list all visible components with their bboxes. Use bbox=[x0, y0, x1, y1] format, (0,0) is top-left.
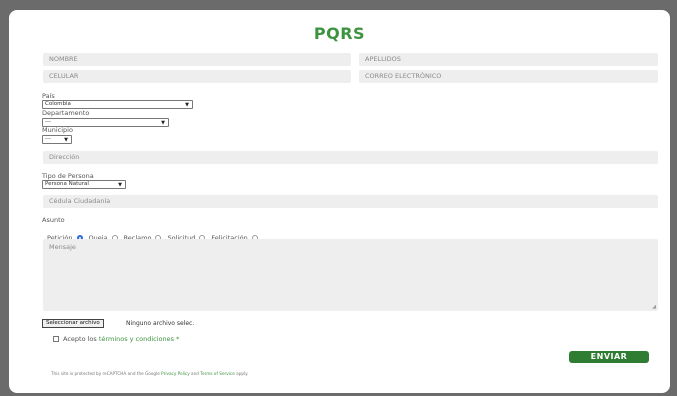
pqrs-form-card: PQRS NOMBRE APELLIDOS CELULAR CORREO ELE… bbox=[9, 10, 670, 393]
apellidos-input[interactable]: APELLIDOS bbox=[359, 53, 658, 66]
cedula-input[interactable]: Cédula Ciudadanía bbox=[43, 195, 658, 208]
file-status: Ninguno archivo selec. bbox=[126, 320, 195, 327]
terms-row: Acepto los términos y condiciones * bbox=[53, 335, 179, 343]
mensaje-textarea[interactable]: Mensaje ◢ bbox=[43, 239, 658, 311]
municipio-select[interactable]: --- ▼ bbox=[42, 135, 72, 144]
departamento-value: --- bbox=[45, 119, 51, 125]
required-marker: * bbox=[176, 335, 180, 343]
apply-text: apply. bbox=[236, 371, 249, 376]
chevron-down-icon: ▼ bbox=[185, 102, 189, 108]
tipo-persona-value: Persona Natural bbox=[45, 181, 89, 187]
resize-handle-icon[interactable]: ◢ bbox=[652, 304, 656, 310]
terms-checkbox[interactable] bbox=[53, 336, 59, 342]
terms-link[interactable]: términos y condiciones bbox=[99, 335, 174, 343]
direccion-placeholder: Dirección bbox=[49, 153, 80, 161]
recaptcha-notice: This site is protected by reCAPTCHA and … bbox=[51, 371, 248, 376]
pais-select[interactable]: Colombia ▼ bbox=[42, 100, 193, 109]
municipio-label: Municipio bbox=[42, 126, 73, 134]
chevron-down-icon: ▼ bbox=[161, 120, 165, 126]
municipio-value: --- bbox=[45, 136, 51, 142]
mensaje-placeholder: Mensaje bbox=[49, 243, 76, 251]
tipo-persona-label: Tipo de Persona bbox=[42, 172, 94, 180]
tipo-persona-select[interactable]: Persona Natural ▼ bbox=[42, 180, 126, 189]
cedula-placeholder: Cédula Ciudadanía bbox=[49, 197, 111, 205]
correo-input[interactable]: CORREO ELECTRÓNICO bbox=[359, 70, 658, 83]
recaptcha-prefix: This site is protected by reCAPTCHA and … bbox=[51, 371, 160, 376]
terms-of-service-link[interactable]: Terms of Service bbox=[200, 371, 235, 376]
submit-button[interactable]: ENVIAR bbox=[569, 351, 649, 363]
chevron-down-icon: ▼ bbox=[64, 137, 68, 143]
and-text: and bbox=[191, 371, 199, 376]
chevron-down-icon: ▼ bbox=[118, 182, 122, 188]
correo-placeholder: CORREO ELECTRÓNICO bbox=[365, 72, 442, 80]
terms-prefix: Acepto los bbox=[63, 335, 97, 343]
celular-input[interactable]: CELULAR bbox=[43, 70, 351, 83]
form-title: PQRS bbox=[313, 24, 366, 43]
privacy-policy-link[interactable]: Privacy Policy bbox=[161, 371, 190, 376]
pais-label: País bbox=[42, 92, 55, 100]
direccion-input[interactable]: Dirección bbox=[43, 151, 658, 164]
nombre-input[interactable]: NOMBRE bbox=[43, 53, 351, 66]
pais-value: Colombia bbox=[45, 101, 71, 107]
apellidos-placeholder: APELLIDOS bbox=[365, 55, 401, 63]
nombre-placeholder: NOMBRE bbox=[49, 55, 78, 63]
select-file-button[interactable]: Seleccionar archivo bbox=[42, 319, 104, 328]
celular-placeholder: CELULAR bbox=[49, 72, 79, 80]
departamento-label: Departamento bbox=[42, 109, 90, 117]
asunto-label: Asunto bbox=[42, 216, 65, 224]
